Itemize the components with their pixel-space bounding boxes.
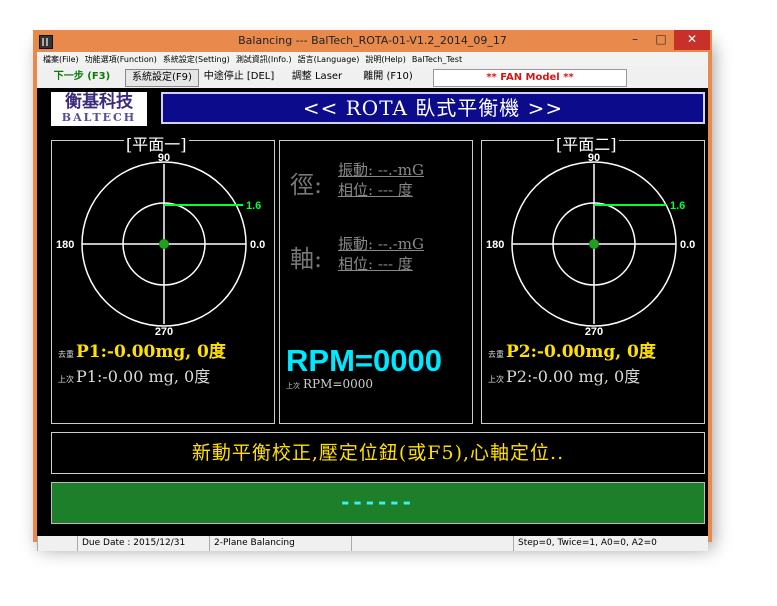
adjust-laser-button[interactable]: 調整 Laser [285,69,349,85]
menu-info[interactable]: 測試資訊(Info.) [236,54,292,65]
status-cell-empty [37,536,77,551]
previous-tag: 上次 [488,375,504,384]
minimize-button[interactable]: – [622,30,648,50]
menu-help[interactable]: 說明(Help) [365,54,405,65]
plane2-panel: [平面二] 90 180 0.0 270 1.6 去重 P2:-0.00mg, 0… [481,131,705,424]
system-setting-button[interactable]: 系統設定(F9) [125,69,199,87]
axial-label: 軸: [290,245,323,273]
close-button[interactable]: ✕ [674,30,710,50]
maximize-button[interactable]: □ [648,30,674,50]
current-tag: 去重 [58,350,74,359]
radial-vibration: 振動: --.-mG [338,161,425,179]
plane1-current-reading: 去重 P1:-0.00mg, 0度 [58,337,226,362]
center-panel: 徑: 振動: --.-mG 相位: --- 度 軸: 振動: --.-mG 相位… [279,140,473,424]
plane1-current-value: P1:-0.00mg, 0度 [76,342,226,362]
menu-bar: 檔案(File) 功能選項(Function) 系統設定(Setting) 測試… [37,52,708,66]
plane2-previous-value: P2:-0.00 mg, 0度 [506,367,641,386]
angle-0: 0.0 [680,239,695,251]
menu-file[interactable]: 檔案(File) [43,54,79,65]
angle-180: 180 [486,239,504,251]
menu-function[interactable]: 功能選項(Function) [85,54,157,65]
instruction-message: 新動平衡校正,壓定位鈕(或F5),心軸定位.. [51,432,705,474]
exit-button[interactable]: 離開 (F10) [359,69,417,85]
emergency-stop-button[interactable]: 中途停止 [DEL] [201,69,277,85]
status-cell-blank [351,536,513,551]
logo-chinese: 衡基科技 [65,92,133,112]
status-step-info: Step=0, Twice=1, A0=0, A2=0 [513,536,708,551]
previous-tag: 上次 [58,375,74,384]
toolbar: 下一步 (F3) 系統設定(F9) 中途停止 [DEL] 調整 Laser 離開… [37,66,708,88]
model-indicator: ** FAN Model ** [433,69,627,87]
radial-phase: 相位: --- 度 [338,181,413,199]
angle-90: 90 [158,152,170,164]
rpm-display: RPM=0000 [286,343,442,378]
client-area: 檔案(File) 功能選項(Function) 系統設定(Setting) 測試… [37,52,708,551]
logo-english: BALTECH [61,111,137,124]
menu-baltech-test[interactable]: BalTech_Test [412,55,462,64]
menu-setting[interactable]: 系統設定(Setting) [163,54,230,65]
angle-270: 270 [585,326,603,337]
previous-rpm-tag: 上次 [286,382,300,390]
status-bar: Due Date : 2015/12/31 2-Plane Balancing … [37,536,708,551]
radial-label: 徑: [290,171,323,199]
plane2-current-reading: 去重 P2:-0.00mg, 0度 [488,337,656,362]
plane2-previous-reading: 上次 P2:-0.00 mg, 0度 [488,363,640,387]
status-due-date: Due Date : 2015/12/31 [77,536,209,551]
plane2-polar-plot: 90 180 0.0 270 1.6 [486,152,695,337]
previous-rpm: 上次 RPM=0000 [286,377,373,391]
next-step-button[interactable]: 下一步 (F3) [41,69,123,85]
vector-dot [589,239,599,249]
plane1-previous-reading: 上次 P1:-0.00 mg, 0度 [58,363,210,387]
progress-bar: ------ [51,482,705,524]
scale-label: 1.6 [670,200,685,212]
angle-90: 90 [588,152,600,164]
title-bar[interactable]: Balancing --- BalTech_ROTA-01-V1.2_2014_… [33,30,712,52]
window-title: Balancing --- BalTech_ROTA-01-V1.2_2014_… [238,34,507,47]
app-window: Balancing --- BalTech_ROTA-01-V1.2_2014_… [33,30,712,551]
plane1-polar-plot: 90 180 0.0 270 1.6 [56,152,265,337]
previous-rpm-value: RPM=0000 [303,377,373,391]
plane1-previous-value: P1:-0.00 mg, 0度 [76,367,211,386]
machine-banner: << ROTA 臥式平衡機 >> [161,92,705,124]
status-mode: 2-Plane Balancing [209,536,351,551]
angle-180: 180 [56,239,74,251]
angle-270: 270 [155,326,173,337]
plane1-panel: [平面一] 90 180 0.0 270 1.6 去重 P1:-0.00mg, 0… [51,131,275,424]
menu-language[interactable]: 語言(Language) [298,54,360,65]
current-tag: 去重 [488,350,504,359]
plane2-current-value: P2:-0.00mg, 0度 [506,342,656,362]
angle-0: 0.0 [250,239,265,251]
company-logo: 衡基科技 BALTECH [51,92,147,126]
axial-vibration: 振動: --.-mG [338,235,425,253]
axial-phase: 相位: --- 度 [338,255,413,273]
vector-dot [159,239,169,249]
scale-label: 1.6 [246,200,261,212]
